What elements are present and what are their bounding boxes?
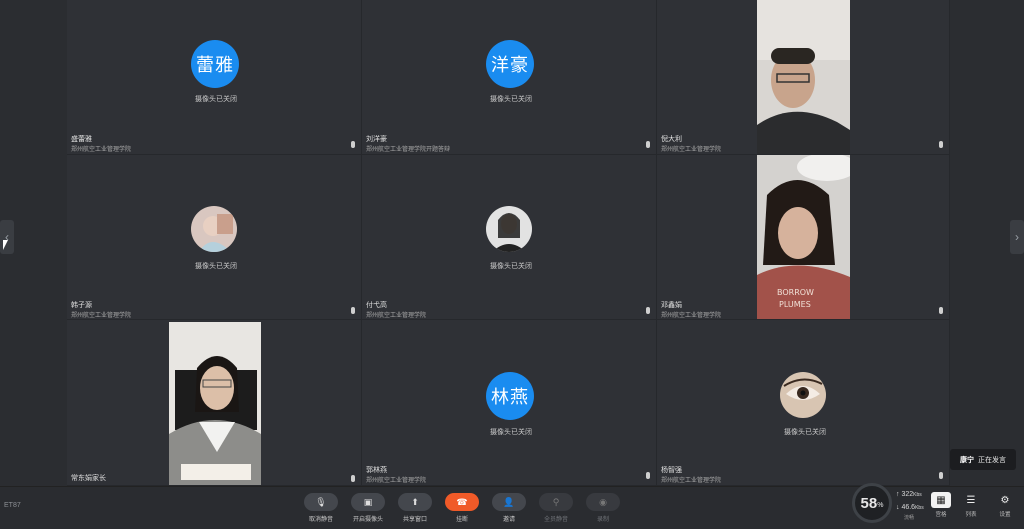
mic-icon — [351, 307, 355, 314]
mute-all-button[interactable]: ⚲ 全员静音 — [539, 493, 573, 523]
invite-button[interactable]: 👤 邀请 — [492, 493, 526, 523]
network-quality-gauge[interactable]: 58 % — [852, 483, 892, 523]
avatar — [780, 372, 826, 418]
mic-icon — [351, 475, 355, 482]
participant-org: 郑州航空工业管理学院 — [71, 147, 132, 153]
mic-icon — [646, 307, 650, 314]
grid-icon: ▦ — [931, 492, 951, 508]
video-feed — [757, 0, 850, 154]
avatar: 林燕 — [486, 372, 534, 420]
upload-speed: ↑ 322Kbs — [896, 491, 922, 498]
camera-off-label: 摄像头已关闭 — [195, 96, 237, 103]
list-icon: ☰ — [966, 494, 976, 506]
camera-icon: ▣ — [351, 493, 385, 511]
share-icon: ⬆ — [398, 493, 432, 511]
participant-name: 倪大利 — [661, 136, 682, 143]
speaker-name: 康宁 — [960, 456, 974, 464]
camera-button[interactable]: ▣ 开启摄像头 — [351, 493, 385, 523]
participant-org: 郑州航空工业管理学院 — [71, 313, 132, 319]
avatar — [486, 206, 532, 252]
mic-icon — [939, 141, 943, 148]
speaking-text: 正在发言 — [978, 456, 1006, 464]
avatar — [191, 206, 237, 252]
participant-tile[interactable]: 倪大利 郑州航空工业管理学院 — [657, 0, 950, 155]
camera-off-label: 摄像头已关闭 — [784, 429, 826, 436]
list-button[interactable]: ☰ 列表 — [957, 492, 985, 519]
speaking-toast: 康宁 正在发言 — [950, 449, 1016, 470]
participant-name: 刘洋豪 — [366, 136, 387, 143]
mic-icon — [646, 141, 650, 148]
camera-off-label: 摄像头已关闭 — [490, 429, 532, 436]
network-label: 流畅 — [904, 515, 915, 521]
mic-icon — [351, 141, 355, 148]
video-feed: BORROW PLUMES — [757, 155, 850, 319]
hangup-button[interactable]: ☎ 挂断 — [445, 493, 479, 523]
phone-icon: ☎ — [445, 493, 479, 511]
participant-tile[interactable]: BORROW PLUMES 邓鑫娟 郑州航空工业管理学院 — [657, 155, 950, 320]
mic-icon — [939, 307, 943, 314]
participant-tile[interactable]: 林燕 摄像头已关闭 郭林燕 郑州航空工业管理学院 — [362, 320, 657, 486]
add-user-icon: 👤 — [492, 493, 526, 511]
network-score: 58 — [860, 494, 878, 512]
record-icon: ◉ — [586, 493, 620, 511]
avatar: 洋豪 — [486, 40, 534, 88]
participant-tile[interactable]: 摄像头已关闭 付弋高 郑州航空工业管理学院 — [362, 155, 657, 320]
participant-name: 邓鑫娟 — [661, 302, 682, 309]
download-speed: ↓ 46.6Kbs — [896, 504, 924, 511]
participant-tile[interactable]: 摄像头已关闭 杨智强 郑州航空工业管理学院 — [657, 320, 950, 486]
camera-off-label: 摄像头已关闭 — [490, 96, 532, 103]
mic-icon — [939, 472, 943, 479]
participant-org: 郑州航空工业管理学院开题答辩 — [366, 147, 451, 153]
participant-tile[interactable]: 常东娟家长 — [67, 320, 362, 486]
mute-all-icon: ⚲ — [539, 493, 573, 511]
mouse-cursor-icon — [3, 240, 8, 250]
avatar: 蕾雅 — [191, 40, 239, 88]
next-page-button[interactable]: › — [1010, 220, 1024, 254]
participant-name: 付弋高 — [366, 302, 387, 309]
participant-name: 韩子源 — [71, 302, 92, 309]
participant-name: 杨智强 — [661, 467, 682, 474]
grid-layout-button[interactable]: ▦ 宫格 — [927, 492, 955, 518]
participant-org: 郑州航空工业管理学院 — [366, 313, 427, 319]
svg-text:PLUMES: PLUMES — [779, 300, 811, 309]
mic-icon — [646, 472, 650, 479]
participant-org: 郑州航空工业管理学院 — [661, 478, 722, 484]
participant-tile[interactable]: 摄像头已关闭 韩子源 郑州航空工业管理学院 — [67, 155, 362, 320]
unmute-button[interactable]: 🎙 取消静音 — [304, 493, 338, 523]
video-grid: 蕾雅 摄像头已关闭 盛蕾雅 郑州航空工业管理学院 洋豪 摄像头已关闭 刘洋豪 郑… — [0, 0, 1024, 486]
share-window-button[interactable]: ⬆ 共享窗口 — [398, 493, 432, 523]
svg-text:BORROW: BORROW — [777, 288, 814, 297]
mic-icon: 🎙 — [304, 493, 338, 511]
camera-off-label: 摄像头已关闭 — [195, 263, 237, 270]
participant-org: 郑州航空工业管理学院 — [661, 147, 722, 153]
settings-button[interactable]: ⚙ 设置 — [991, 492, 1019, 519]
participant-name: 常东娟家长 — [71, 475, 106, 482]
app-logo: ET87 — [4, 502, 21, 509]
record-button[interactable]: ◉ 录制 — [586, 493, 620, 523]
participant-org: 郑州航空工业管理学院 — [366, 478, 427, 484]
camera-off-label: 摄像头已关闭 — [490, 263, 532, 270]
participant-tile[interactable]: 蕾雅 摄像头已关闭 盛蕾雅 郑州航空工业管理学院 — [67, 0, 362, 155]
network-score-unit: % — [877, 501, 884, 509]
participant-tile[interactable]: 洋豪 摄像头已关闭 刘洋豪 郑州航空工业管理学院开题答辩 — [362, 0, 657, 155]
participant-name: 郭林燕 — [366, 467, 387, 474]
gear-icon: ⚙ — [1000, 494, 1010, 506]
video-feed — [169, 322, 261, 485]
participant-org: 郑州航空工业管理学院 — [661, 313, 722, 319]
participant-name: 盛蕾雅 — [71, 136, 92, 143]
